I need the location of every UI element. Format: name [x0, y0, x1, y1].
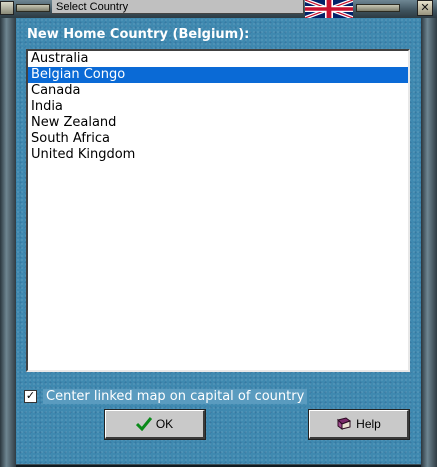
help-label: Help	[356, 417, 381, 431]
close-icon: ✕	[420, 2, 430, 14]
list-item[interactable]: Australia	[28, 51, 408, 67]
left-knob-icon	[0, 1, 14, 15]
list-item[interactable]: India	[28, 99, 408, 115]
center-map-checkbox[interactable]: ✓	[24, 389, 37, 403]
help-button[interactable]: Help	[308, 409, 410, 440]
dialog-heading: New Home Country (Belgium):	[27, 27, 250, 42]
right-rail	[421, 18, 437, 467]
title-bar-ornament	[16, 4, 50, 12]
center-map-label[interactable]: Center linked map on capital of country	[43, 388, 308, 404]
list-item[interactable]: United Kingdom	[28, 147, 408, 163]
list-item[interactable]: Belgian Congo	[28, 67, 408, 83]
left-rail	[0, 18, 16, 467]
uk-flag-icon	[305, 0, 353, 18]
title-bar-ornament-right	[356, 4, 400, 12]
checkmark-icon: ✓	[25, 389, 36, 402]
checkmark-icon	[135, 417, 152, 431]
window-title: Select Country	[52, 0, 304, 14]
list-item[interactable]: South Africa	[28, 131, 408, 147]
country-list[interactable]: Australia Belgian Congo Canada India New…	[26, 49, 410, 372]
close-button[interactable]: ✕	[417, 0, 433, 16]
list-item[interactable]: New Zealand	[28, 115, 408, 131]
title-bar[interactable]: Select Country ✕	[0, 0, 437, 19]
ok-label: OK	[155, 417, 174, 431]
center-map-option[interactable]: ✓ Center linked map on capital of countr…	[24, 387, 308, 405]
ok-button[interactable]: OK	[104, 409, 206, 440]
list-item[interactable]: Canada	[28, 83, 408, 99]
book-icon	[336, 417, 352, 431]
